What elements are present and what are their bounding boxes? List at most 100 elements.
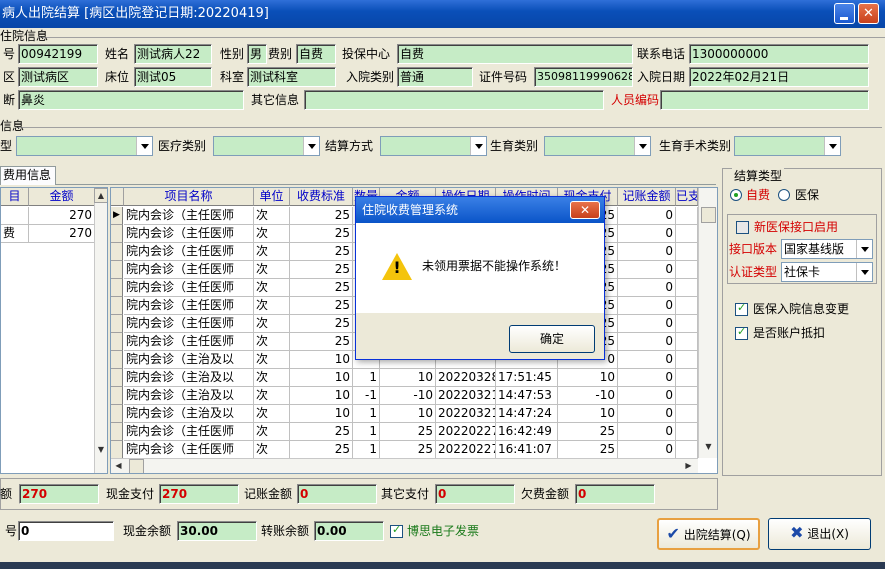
detail-header[interactable]: 项目名称 — [124, 188, 254, 206]
combo-medical-type[interactable] — [213, 136, 320, 156]
detail-cell[interactable]: 25 — [290, 441, 353, 459]
detail-cell[interactable]: 院内会诊（主任医师 — [124, 297, 254, 315]
detail-cell[interactable]: 20220321 — [436, 405, 496, 423]
detail-cell[interactable] — [676, 261, 698, 279]
detail-cell[interactable]: 次 — [254, 441, 290, 459]
detail-cell[interactable]: 0 — [618, 261, 676, 279]
detail-cell[interactable]: 10 — [290, 351, 353, 369]
row-selector[interactable] — [111, 423, 123, 441]
detail-cell[interactable]: 1 — [353, 423, 380, 441]
detail-cell[interactable] — [676, 207, 698, 225]
scroll-down-icon[interactable]: ▼ — [701, 440, 716, 455]
scroll-thumb[interactable] — [129, 459, 144, 473]
detail-cell[interactable]: 25 — [290, 297, 353, 315]
detail-cell[interactable]: 次 — [254, 369, 290, 387]
detail-cell[interactable]: 次 — [254, 387, 290, 405]
detail-cell[interactable]: 14:47:24 — [496, 405, 558, 423]
scroll-thumb[interactable] — [701, 207, 716, 223]
detail-cell[interactable]: 次 — [254, 423, 290, 441]
detail-cell[interactable]: -1 — [353, 387, 380, 405]
detail-cell[interactable]: 25 — [290, 279, 353, 297]
detail-cell[interactable]: -10 — [558, 387, 618, 405]
detail-cell[interactable]: 院内会诊（主任医师 — [124, 441, 254, 459]
detail-cell[interactable]: 25 — [290, 333, 353, 351]
field-bed[interactable]: 测试05 — [134, 67, 212, 87]
chevron-down-icon[interactable] — [824, 137, 840, 155]
row-selector[interactable] — [111, 351, 123, 369]
minimize-button[interactable] — [834, 3, 855, 24]
detail-header[interactable]: 收费标准 — [290, 188, 353, 206]
detail-cell[interactable]: 院内会诊（主治及以 — [124, 405, 254, 423]
summary-header-amount[interactable]: 金额 — [29, 188, 95, 206]
summary-cell[interactable] — [1, 207, 29, 225]
detail-cell[interactable] — [676, 387, 698, 405]
detail-cell[interactable]: 院内会诊（主任医师 — [124, 207, 254, 225]
detail-cell[interactable]: 次 — [254, 261, 290, 279]
detail-cell[interactable] — [676, 315, 698, 333]
detail-cell[interactable]: 10 — [380, 369, 436, 387]
field-account[interactable]: 0 — [297, 484, 377, 504]
field-id-no[interactable]: 00942199 — [18, 44, 98, 64]
field-cash[interactable]: 270 — [159, 484, 239, 504]
detail-cell[interactable]: 院内会诊（主任医师 — [124, 243, 254, 261]
detail-cell[interactable]: 16:42:49 — [496, 423, 558, 441]
detail-cell[interactable]: 院内会诊（主任医师 — [124, 279, 254, 297]
field-gender[interactable]: 男 — [247, 44, 267, 64]
summary-header-item[interactable]: 目 — [1, 188, 29, 206]
row-selector[interactable] — [111, 279, 123, 297]
chevron-down-icon[interactable] — [136, 137, 152, 155]
detail-cell[interactable]: 0 — [618, 333, 676, 351]
detail-cell[interactable] — [676, 351, 698, 369]
detail-cell[interactable]: 1 — [353, 405, 380, 423]
chevron-down-icon[interactable] — [856, 263, 872, 281]
summary-cell[interactable]: 费 — [1, 225, 29, 243]
tab-fee-info[interactable]: 费用信息 — [0, 166, 56, 185]
detail-cell[interactable]: 次 — [254, 225, 290, 243]
detail-cell[interactable]: 10 — [558, 405, 618, 423]
row-selector[interactable] — [111, 297, 123, 315]
field-diagnosis[interactable]: 鼻炎 — [18, 90, 244, 110]
detail-cell[interactable]: 院内会诊（主任医师 — [124, 225, 254, 243]
field-admit-type[interactable]: 普通 — [397, 67, 473, 87]
checkbox-account-deduct[interactable] — [735, 325, 748, 340]
close-button[interactable] — [858, 3, 879, 24]
detail-cell[interactable]: 0 — [618, 369, 676, 387]
detail-cell[interactable] — [676, 405, 698, 423]
detail-header[interactable]: 已支 — [676, 188, 698, 206]
field-dept[interactable]: 测试科室 — [247, 67, 336, 87]
radio-insurance[interactable] — [778, 189, 790, 201]
combo-interface-version[interactable]: 国家基线版 — [781, 239, 873, 259]
combo-ins-type[interactable] — [16, 136, 153, 156]
detail-cell[interactable]: 10 — [558, 369, 618, 387]
detail-cell[interactable]: 10 — [290, 387, 353, 405]
detail-header[interactable]: 记账金额 — [618, 188, 676, 206]
detail-cell[interactable]: 25 — [380, 441, 436, 459]
detail-cell[interactable]: 1 — [353, 369, 380, 387]
detail-cell[interactable]: 0 — [618, 405, 676, 423]
chevron-down-icon[interactable] — [303, 137, 319, 155]
checkbox-ins-change[interactable] — [735, 301, 748, 316]
detail-cell[interactable]: 10 — [290, 369, 353, 387]
detail-cell[interactable]: 1 — [353, 441, 380, 459]
field-other-info[interactable] — [304, 90, 604, 110]
combo-auth-type[interactable]: 社保卡 — [781, 262, 873, 282]
detail-cell[interactable]: 次 — [254, 351, 290, 369]
field-transfer-balance[interactable]: 0.00 — [314, 521, 384, 541]
field-cash-balance[interactable]: 30.00 — [177, 521, 257, 541]
field-staff-code[interactable] — [660, 90, 869, 110]
field-phone[interactable]: 1300000000 — [689, 44, 869, 64]
detail-cell[interactable]: 20220321 — [436, 387, 496, 405]
detail-cell[interactable]: 10 — [290, 405, 353, 423]
field-footer-no[interactable]: 0 — [18, 521, 114, 541]
detail-cell[interactable] — [676, 369, 698, 387]
field-ward[interactable]: 测试病区 — [18, 67, 98, 87]
detail-cell[interactable]: 次 — [254, 315, 290, 333]
detail-cell[interactable]: 次 — [254, 333, 290, 351]
detail-cell[interactable]: 17:51:45 — [496, 369, 558, 387]
detail-cell[interactable]: 院内会诊（主治及以 — [124, 387, 254, 405]
detail-cell[interactable]: 院内会诊（主任医师 — [124, 423, 254, 441]
detail-cell[interactable]: 次 — [254, 297, 290, 315]
row-selector[interactable] — [111, 369, 123, 387]
detail-cell[interactable]: 0 — [618, 387, 676, 405]
summary-scrollbar[interactable]: ▲ ▼ — [94, 188, 107, 473]
